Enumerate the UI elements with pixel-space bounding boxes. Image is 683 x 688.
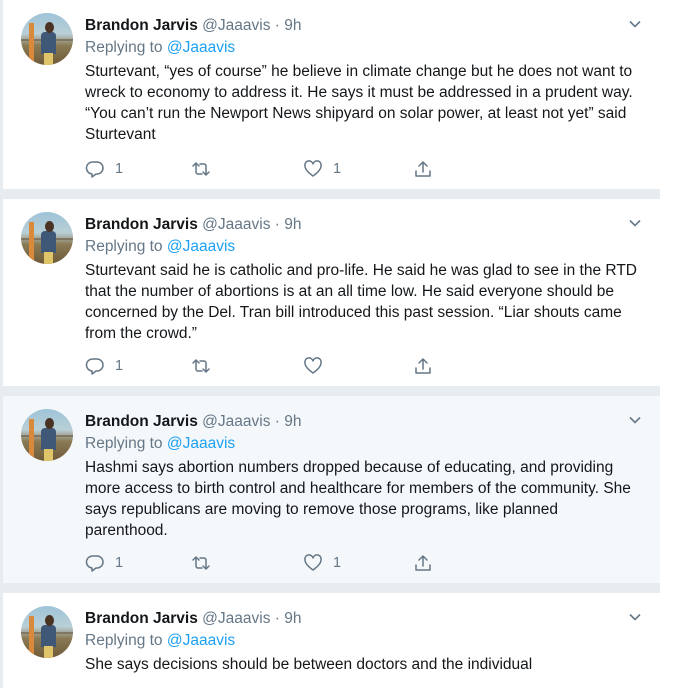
author-name[interactable]: Brandon Jarvis <box>85 216 198 233</box>
chevron-down-icon[interactable] <box>628 17 642 31</box>
avatar[interactable] <box>21 606 73 658</box>
author-name[interactable]: Brandon Jarvis <box>85 413 198 430</box>
reply-icon <box>85 161 104 178</box>
timestamp[interactable]: · 9h <box>275 413 302 430</box>
reply-icon <box>85 358 104 375</box>
chevron-down-icon[interactable] <box>628 413 642 427</box>
retweet-button[interactable] <box>191 552 221 574</box>
author-handle[interactable]: @Jaaavis <box>202 610 270 627</box>
like-count: 1 <box>333 555 342 571</box>
replying-prefix: Replying to <box>85 632 163 649</box>
tweet-text: Sturtevant said he is catholic and pro-l… <box>85 262 637 342</box>
reply-count: 1 <box>115 358 124 374</box>
tweet-header: Brandon Jarvis @Jaaavis · 9h <box>85 412 302 432</box>
like-button[interactable]: 1 <box>303 158 341 180</box>
author-handle[interactable]: @Jaaavis <box>202 413 270 430</box>
like-icon <box>304 554 322 571</box>
tweet-feed: Brandon Jarvis @Jaaavis · 9h Replying to… <box>0 0 683 688</box>
timestamp[interactable]: · 9h <box>275 216 302 233</box>
share-icon <box>415 555 431 571</box>
author-handle[interactable]: @Jaaavis <box>202 17 270 34</box>
like-button[interactable] <box>303 355 333 377</box>
retweet-button[interactable] <box>191 158 221 180</box>
share-icon <box>415 161 431 177</box>
tweet-card[interactable]: Brandon Jarvis @Jaaavis · 9h Replying to… <box>3 199 660 386</box>
tweet-text: She says decisions should be between doc… <box>85 656 533 673</box>
tweet-actions: 1 <box>85 355 445 377</box>
reply-button[interactable]: 1 <box>85 355 123 377</box>
replying-prefix: Replying to <box>85 39 163 56</box>
replying-to: Replying to @Jaaavis <box>85 38 235 58</box>
retweet-icon <box>192 359 210 373</box>
tweet-header: Brandon Jarvis @Jaaavis · 9h <box>85 215 302 235</box>
retweet-icon <box>192 556 210 570</box>
avatar[interactable] <box>21 13 73 65</box>
chevron-down-icon[interactable] <box>628 610 642 624</box>
replying-to-link[interactable]: @Jaaavis <box>167 39 235 56</box>
replying-to-link[interactable]: @Jaaavis <box>167 632 235 649</box>
replying-to: Replying to @Jaaavis <box>85 237 235 257</box>
reply-count: 1 <box>115 555 124 571</box>
replying-prefix: Replying to <box>85 435 163 452</box>
reply-count: 1 <box>115 161 124 177</box>
retweet-button[interactable] <box>191 355 221 377</box>
tweet-header: Brandon Jarvis @Jaaavis · 9h <box>85 609 302 629</box>
author-name[interactable]: Brandon Jarvis <box>85 610 198 627</box>
share-button[interactable] <box>413 355 433 377</box>
share-button[interactable] <box>413 158 433 180</box>
reply-icon <box>85 555 104 572</box>
like-icon <box>304 160 322 177</box>
share-button[interactable] <box>413 552 433 574</box>
tweet-card[interactable]: Brandon Jarvis @Jaaavis · 9h Replying to… <box>3 396 660 583</box>
share-icon <box>415 358 431 374</box>
replying-to: Replying to @Jaaavis <box>85 631 235 651</box>
replying-prefix: Replying to <box>85 238 163 255</box>
author-name[interactable]: Brandon Jarvis <box>85 17 198 34</box>
tweet-actions: 1 1 <box>85 552 445 574</box>
timestamp[interactable]: · 9h <box>275 610 302 627</box>
replying-to-link[interactable]: @Jaaavis <box>167 435 235 452</box>
replying-to-link[interactable]: @Jaaavis <box>167 238 235 255</box>
tweet-card[interactable]: Brandon Jarvis @Jaaavis · 9h Replying to… <box>3 0 660 189</box>
avatar[interactable] <box>21 212 73 264</box>
reply-button[interactable]: 1 <box>85 158 123 180</box>
like-button[interactable]: 1 <box>303 552 341 574</box>
author-handle[interactable]: @Jaaavis <box>202 216 270 233</box>
chevron-down-icon[interactable] <box>628 216 642 230</box>
timestamp[interactable]: · 9h <box>275 17 302 34</box>
replying-to: Replying to @Jaaavis <box>85 434 235 454</box>
avatar[interactable] <box>21 409 73 461</box>
tweet-text: Hashmi says abortion numbers dropped bec… <box>85 459 631 539</box>
retweet-icon <box>192 162 210 176</box>
tweet-card[interactable]: Brandon Jarvis @Jaaavis · 9h Replying to… <box>3 593 660 688</box>
tweet-actions: 1 1 <box>85 158 445 180</box>
like-count: 1 <box>333 161 342 177</box>
like-icon <box>304 357 322 374</box>
tweet-text: Sturtevant, “yes of course” he believe i… <box>85 63 633 143</box>
reply-button[interactable]: 1 <box>85 552 123 574</box>
right-margin <box>660 0 683 688</box>
tweet-header: Brandon Jarvis @Jaaavis · 9h <box>85 16 302 36</box>
